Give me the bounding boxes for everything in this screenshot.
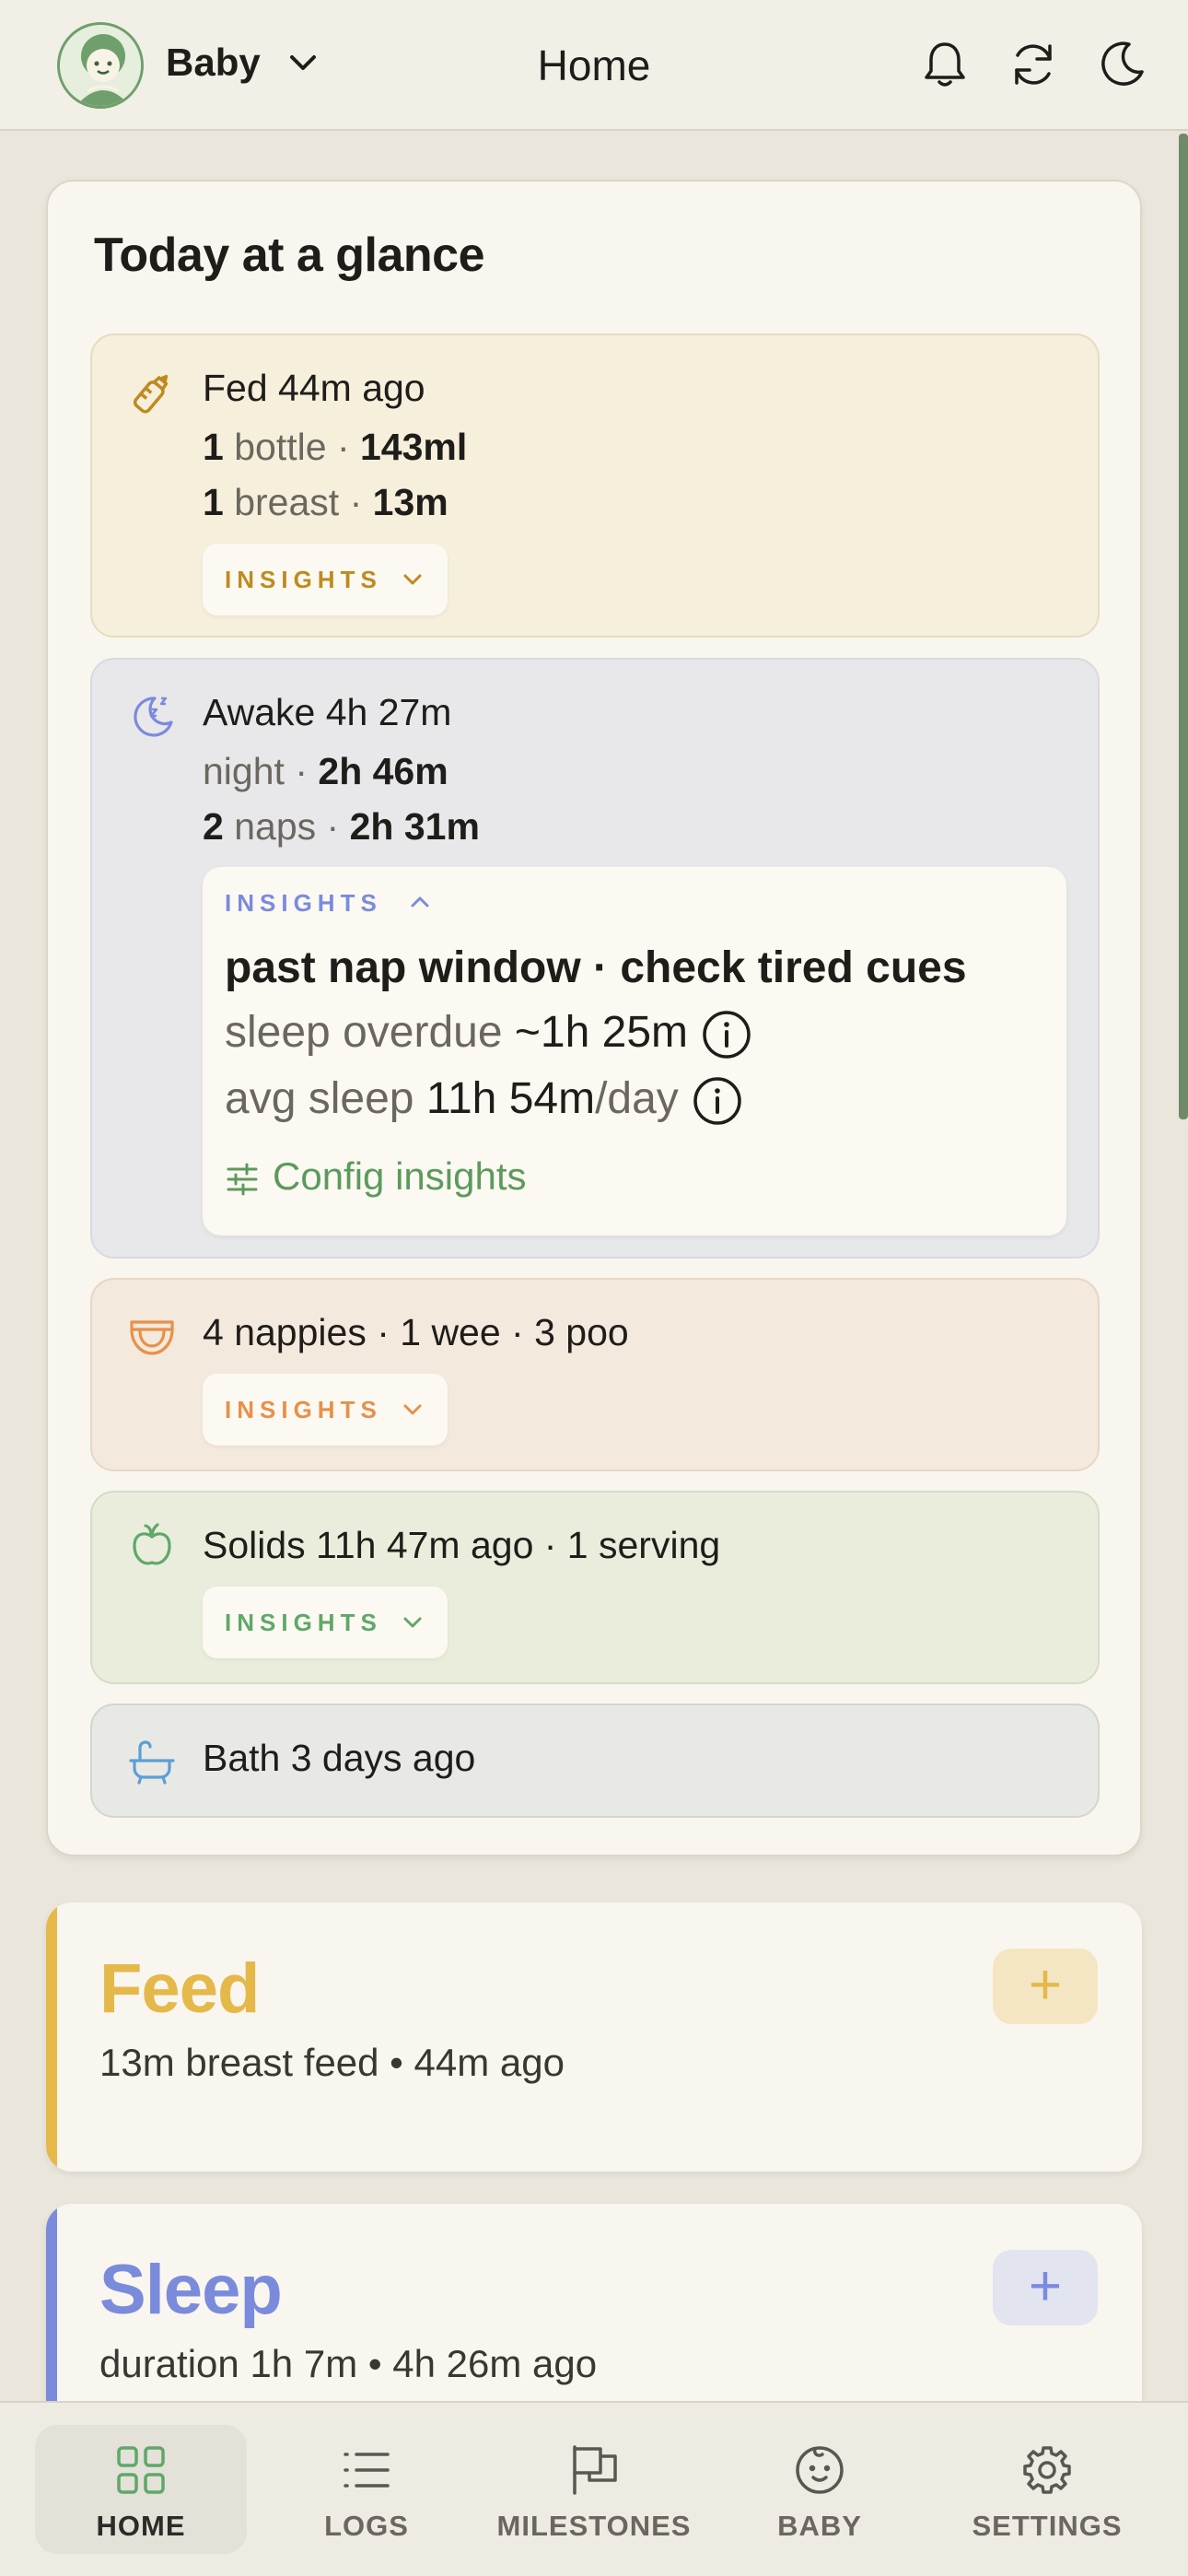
feed-insights-toggle[interactable]: INSIGHTS (203, 544, 448, 615)
sleep-night-line: night · 2h 46m (203, 750, 448, 792)
chevron-down-icon (403, 574, 422, 585)
sliders-icon (227, 1163, 258, 1196)
feed-card[interactable]: Feed 13m breast feed • 44m ago + (46, 1903, 1142, 2172)
info-icon[interactable] (701, 1009, 752, 1060)
nav-milestones[interactable]: MILESTONES (488, 2425, 700, 2554)
glance-title: Today at a glance (94, 228, 485, 282)
feed-card-title: Feed (99, 1950, 260, 2028)
scrollbar[interactable] (1179, 134, 1188, 1119)
nav-home-label: HOME (96, 2510, 186, 2542)
avg-sleep-line: avg sleep 11h 54m/day (225, 1073, 743, 1127)
sleep-naps-line: 2 naps · 2h 31m (203, 805, 480, 848)
sleep-insights-panel: INSIGHTS past nap window · check tired c… (203, 867, 1066, 1235)
list-icon (344, 2453, 390, 2488)
feed-accent-bar (46, 1903, 57, 2172)
flag-icon (573, 2445, 617, 2495)
chevron-down-icon (403, 1617, 422, 1628)
bottom-nav: HOME LOGS MILESTONES BABY SETTINGS (0, 2401, 1188, 2576)
nav-logs-label: LOGS (324, 2510, 409, 2542)
grid-icon (117, 2446, 165, 2494)
feed-bottle-line: 1 bottle · 143ml (203, 426, 468, 468)
solids-insights-toggle[interactable]: INSIGHTS (203, 1587, 448, 1658)
sleep-card-subtitle: duration 1h 7m • 4h 26m ago (99, 2342, 598, 2385)
nav-baby[interactable]: BABY (714, 2425, 926, 2554)
nav-home[interactable]: HOME (35, 2425, 247, 2554)
bath-headline: Bath 3 days ago (203, 1737, 476, 1779)
info-icon[interactable] (692, 1075, 743, 1127)
bathtub-icon (129, 1740, 175, 1785)
solids-headline: Solids 11h 47m ago · 1 serving (203, 1524, 721, 1566)
bath-summary-tile[interactable]: Bath 3 days ago (90, 1704, 1100, 1818)
add-feed-button[interactable]: + (993, 1949, 1098, 2024)
add-sleep-button[interactable]: + (993, 2250, 1098, 2325)
nav-baby-label: BABY (777, 2510, 862, 2542)
gear-icon (1023, 2446, 1071, 2494)
top-header: Baby Home (0, 0, 1188, 131)
sleep-overdue-line: sleep overdue ~1h 25m (225, 1007, 752, 1060)
nap-window-insight: past nap window · check tired cues (225, 943, 967, 992)
chevron-up-icon (411, 896, 429, 907)
nappy-icon (130, 1320, 174, 1355)
refresh-icon[interactable] (1006, 37, 1061, 92)
sleep-card-title: Sleep (99, 2251, 283, 2329)
solids-summary-tile[interactable]: Solids 11h 47m ago · 1 serving INSIGHTS (90, 1491, 1100, 1684)
today-at-a-glance-card: Today at a glance Fed 44m ago 1 bottle ·… (46, 180, 1142, 1856)
sleep-headline: Awake 4h 27m (203, 691, 452, 733)
sleep-insights-toggle[interactable]: INSIGHTS (225, 889, 429, 918)
config-insights-link[interactable]: Config insights (225, 1154, 526, 1199)
bell-icon[interactable] (917, 37, 973, 92)
feed-headline: Fed 44m ago (203, 367, 425, 409)
moon-zzz-icon (134, 697, 173, 737)
nav-settings[interactable]: SETTINGS (941, 2425, 1153, 2554)
feed-card-subtitle: 13m breast feed • 44m ago (99, 2041, 565, 2084)
apple-icon (133, 1523, 171, 1565)
nappy-summary-tile[interactable]: 4 nappies · 1 wee · 3 poo INSIGHTS (90, 1278, 1100, 1471)
moon-icon[interactable] (1094, 37, 1149, 92)
nav-settings-label: SETTINGS (972, 2510, 1123, 2542)
baby-face-icon (796, 2446, 844, 2494)
bottle-icon (133, 374, 169, 414)
nav-milestones-label: MILESTONES (496, 2510, 692, 2542)
chevron-down-icon (403, 1404, 422, 1415)
nav-logs[interactable]: LOGS (261, 2425, 472, 2554)
sleep-summary-tile[interactable]: Awake 4h 27m night · 2h 46m 2 naps · 2h … (90, 658, 1100, 1259)
nappy-headline: 4 nappies · 1 wee · 3 poo (203, 1311, 629, 1353)
feed-summary-tile[interactable]: Fed 44m ago 1 bottle · 143ml 1 breast · … (90, 334, 1100, 638)
nappy-insights-toggle[interactable]: INSIGHTS (203, 1374, 448, 1446)
feed-breast-line: 1 breast · 13m (203, 481, 448, 523)
